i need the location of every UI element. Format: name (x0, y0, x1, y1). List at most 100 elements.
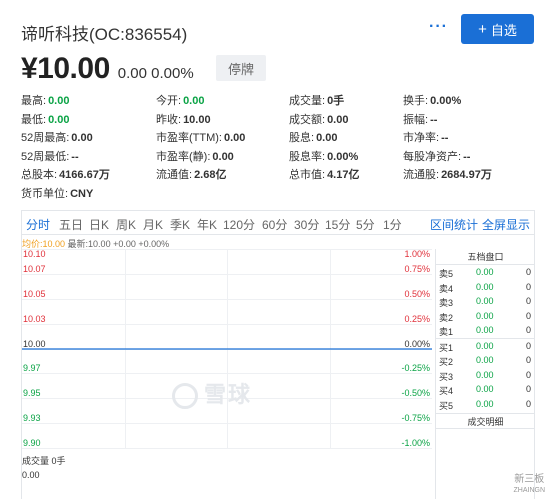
order-level-label: 买3 (439, 371, 454, 382)
watermark: 雪球 (172, 377, 252, 410)
quote-label: 振幅: (403, 113, 429, 126)
tab-9[interactable]: 30分 (294, 216, 319, 233)
status-badge: 停牌 (216, 55, 266, 81)
quote-label: 股息率: (289, 150, 326, 163)
quote-cell: 换手: 0.00% (403, 92, 461, 108)
quote-row: 货币单位: CNY (21, 185, 541, 204)
quote-cell: 货币单位: CNY (21, 185, 93, 201)
quote-cell: 52周最低: -- (21, 148, 79, 164)
plus-icon: + (478, 20, 487, 38)
quote-cell: 成交额: 0.00 (289, 111, 348, 127)
order-level-volume: 0 (525, 369, 531, 380)
quote-label: 52周最高: (21, 132, 70, 144)
order-level-volume: 0 (525, 310, 531, 321)
quote-value: 2.68亿 (194, 169, 227, 181)
chart-svg (22, 249, 432, 449)
quote-row: 52周最高: 0.00 市盈率(TTM): 0.00 股息: 0.00 市净率: -- (21, 129, 541, 148)
order-level-label: 卖5 (439, 269, 454, 279)
tab-11[interactable]: 5分 (356, 216, 375, 233)
quote-label: 总股本: (21, 169, 58, 181)
order-level-price: 0.00 (476, 296, 494, 306)
tab-12[interactable]: 1分 (383, 216, 402, 233)
quote-label: 市盈率(静): (156, 150, 211, 163)
range-stats-link[interactable]: 区间统计 (430, 216, 478, 233)
order-book-row: 卖5 0.00 0 (436, 265, 535, 280)
order-level-label: 买4 (439, 386, 454, 396)
quote-value: -- (441, 132, 449, 144)
quote-label: 市盈率(TTM): (156, 132, 222, 144)
quote-label: 最高: (21, 95, 47, 107)
order-book-title: 五档盘口 (436, 249, 535, 265)
more-icon[interactable]: ··· (429, 18, 448, 36)
tab-8[interactable]: 60分 (262, 216, 287, 233)
order-level-label: 卖2 (439, 312, 454, 323)
corner-logo-text: 新三板 (514, 474, 545, 485)
intraday-chart[interactable]: 雪球 10.10 1.00% 10.07 0.75% 10.05 0.50% 10.03 0.… (22, 249, 432, 449)
quote-cell: 流通值: 2.68亿 (156, 166, 226, 182)
quote-row: 52周最低: -- 市盈率(静): 0.00 股息率: 0.00% 每股净资产: -- (21, 148, 541, 167)
tab-6[interactable]: 年K (197, 216, 217, 233)
y-axis-label-left: 10.00 (23, 338, 46, 349)
y-axis-label-left: 10.03 (23, 313, 46, 324)
order-book-row: 卖4 0.00 0 (436, 280, 535, 295)
y-axis-label-right: -0.50% (401, 388, 430, 399)
chart-panel: 分时 五日 日K 周K 月K 季K 年K 120分 60分 30分 15分 5分 1分 区间统计 全屏显示 … (21, 210, 535, 499)
quote-value: 0.00% (327, 150, 359, 163)
y-axis-label-left: 9.90 (23, 438, 41, 448)
volume-value: 0.00 (22, 470, 40, 480)
stock-title: 谛听科技(OC:836554) (21, 25, 188, 44)
quote-cell: 流通股: 2684.97万 (403, 166, 492, 182)
order-book-row: 买5 0.00 0 (436, 397, 535, 412)
tab-7[interactable]: 120分 (223, 216, 255, 233)
quote-value: 4166.67万 (59, 169, 110, 181)
quote-cell: 最高: 0.00 (21, 92, 69, 108)
quote-value: 0.00 (48, 95, 70, 107)
tab-0[interactable]: 分时 (26, 216, 50, 233)
tab-2[interactable]: 日K (89, 216, 109, 233)
quote-value: CNY (70, 187, 94, 200)
quote-value: -- (463, 150, 471, 163)
order-level-volume: 0 (525, 281, 531, 292)
tab-1[interactable]: 五日 (59, 216, 83, 233)
quote-label: 总市值: (289, 169, 326, 181)
quote-value: 0.00 (48, 113, 70, 126)
y-axis-label-left: 10.10 (23, 249, 46, 259)
price-change: 0.00 0.00% (117, 65, 194, 82)
quote-cell: 总股本: 4166.67万 (21, 166, 110, 182)
quote-label: 流通股: (403, 169, 440, 181)
quote-value: 10.00 (183, 113, 211, 126)
quote-value: 0.00 (183, 95, 205, 107)
quote-label: 最低: (21, 113, 47, 126)
fullscreen-link[interactable]: 全屏显示 (482, 216, 530, 233)
quote-cell: 52周最高: 0.00 (21, 129, 93, 145)
order-level-label: 买5 (439, 400, 454, 411)
quote-cell: 市盈率(静): 0.00 (156, 148, 234, 164)
add-watchlist-button[interactable]: + 自选 (461, 14, 534, 44)
tab-4[interactable]: 月K (143, 216, 163, 233)
quote-value: 0.00 (327, 113, 349, 126)
order-level-price: 0.00 (476, 369, 494, 380)
tab-10[interactable]: 15分 (325, 216, 350, 233)
quote-label: 每股净资产: (403, 150, 462, 163)
y-axis-label-right: 0.00% (404, 338, 430, 349)
order-level-label: 买1 (439, 342, 454, 353)
order-book-row: 买3 0.00 0 (436, 368, 535, 383)
tab-5[interactable]: 季K (170, 216, 190, 233)
quote-row: 总股本: 4166.67万 流通值: 2.68亿 总市值: 4.17亿 流通股: 2684.9… (21, 166, 541, 185)
order-level-volume: 0 (525, 325, 531, 335)
quote-value: -- (71, 150, 79, 163)
deals-title: 成交明细 (436, 413, 535, 429)
quote-label: 换手: (403, 95, 429, 107)
quote-cell: 振幅: -- (403, 111, 437, 127)
y-axis-label-left: 9.93 (23, 413, 41, 424)
tab-3[interactable]: 周K (116, 216, 136, 233)
price-row: ¥10.00 0.00 0.00% (21, 52, 194, 88)
quote-value: 4.17亿 (327, 169, 360, 181)
volume-label: 成交量 0手 (22, 456, 66, 466)
legend-latest: 最新:10.00 +0.00 +0.00% (67, 239, 170, 249)
y-axis-label-right: 0.25% (404, 313, 430, 324)
quote-value: 0.00 (223, 132, 246, 144)
order-level-price: 0.00 (476, 398, 494, 409)
order-level-volume: 0 (525, 355, 531, 365)
order-level-price: 0.00 (476, 325, 494, 335)
